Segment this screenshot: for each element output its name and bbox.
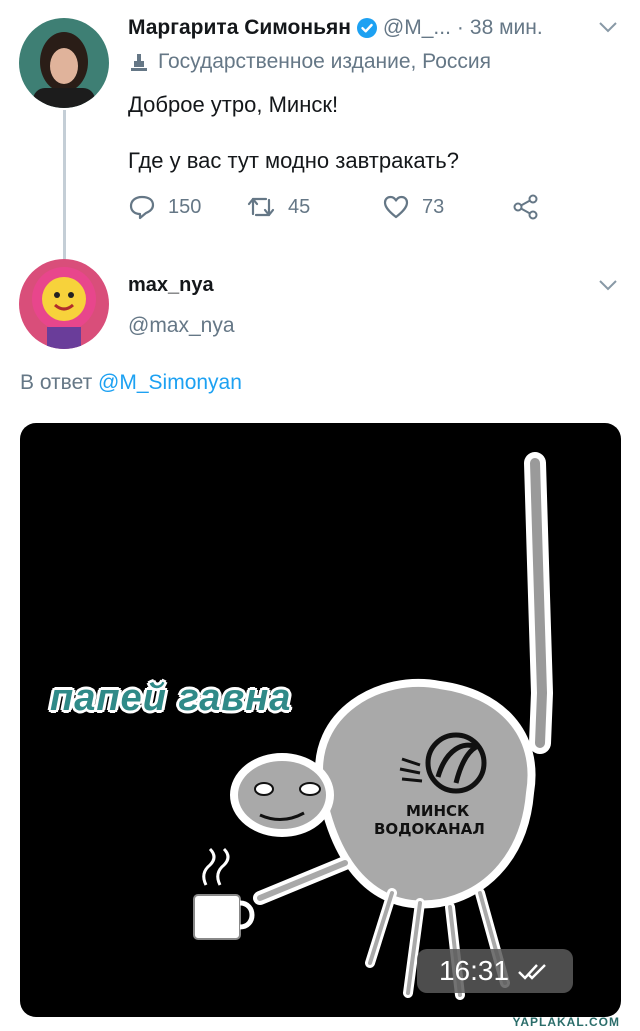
like-count: 73 xyxy=(422,195,445,218)
author-handle[interactable]: @M_... xyxy=(383,16,451,40)
tweet-text-line2: Где у вас тут модно завтракать? xyxy=(128,148,459,173)
tweet-text-line1: Доброе утро, Минск! xyxy=(128,92,339,117)
mention-link[interactable]: @M_Simonyan xyxy=(98,371,242,394)
reply-chevron-down-icon[interactable] xyxy=(598,278,618,297)
share-icon xyxy=(513,194,538,220)
clock-time: 16:31 xyxy=(438,955,510,986)
share-button[interactable] xyxy=(512,194,552,220)
reply-count: 150 xyxy=(168,195,202,218)
retweet-icon xyxy=(247,197,275,217)
tweet-actions: 150 45 73 xyxy=(128,194,548,224)
double-check-icon xyxy=(518,964,546,980)
media-image[interactable]: папей гавна МИНСК ВОДОКАНАЛ 16:31 xyxy=(20,423,621,1017)
state-media-icon xyxy=(131,54,147,71)
reply-button[interactable]: 150 xyxy=(128,194,201,220)
chevron-down-icon[interactable] xyxy=(598,20,618,39)
separator: · xyxy=(456,16,464,39)
tweet-header: Маргарита Симоньян @M_... · 38 мин. xyxy=(128,16,543,40)
verified-icon xyxy=(356,18,377,38)
retweet-button[interactable]: 45 xyxy=(246,194,310,220)
logo-line2: ВОДОКАНАЛ xyxy=(374,820,485,838)
logo-line1: МИНСК xyxy=(406,802,470,820)
reply-author-name[interactable]: max_nya xyxy=(128,274,214,297)
retweet-count: 45 xyxy=(288,195,311,218)
reply-avatar[interactable] xyxy=(19,259,109,349)
meme-drawing xyxy=(193,452,554,1000)
state-media-text: Государственное издание, Россия xyxy=(158,50,492,73)
timestamp[interactable]: 38 мин. xyxy=(470,16,543,40)
state-media-label[interactable]: Государственное издание, Россия xyxy=(128,50,491,74)
meme-caption: папей гавна xyxy=(50,677,292,719)
thread-line xyxy=(63,110,66,260)
reply-author-handle[interactable]: @max_nya xyxy=(128,314,235,338)
timestamp-overlay: 16:31 xyxy=(417,949,573,993)
reply-prefix: В ответ xyxy=(20,371,93,394)
watermark: YAPLAKAL.COM xyxy=(512,1015,620,1029)
like-button[interactable]: 73 xyxy=(382,194,444,220)
reply-context: В ответ @M_Simonyan xyxy=(20,371,242,395)
avatar[interactable] xyxy=(19,18,109,108)
like-icon xyxy=(383,195,409,219)
reply-icon xyxy=(129,195,155,220)
author-name[interactable]: Маргарита Симоньян xyxy=(128,16,351,40)
